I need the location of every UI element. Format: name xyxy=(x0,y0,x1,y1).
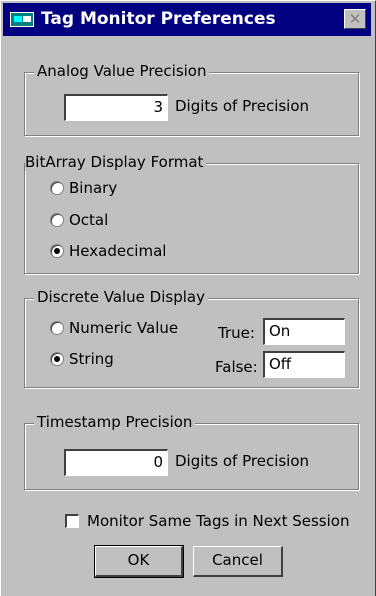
timestamp-precision-input[interactable]: 0 xyxy=(64,449,168,476)
discrete-display-legend: Discrete Value Display xyxy=(34,288,208,306)
analog-precision-group: Analog Value Precision 3 Digits of Preci… xyxy=(24,62,359,136)
radio-hexadecimal[interactable] xyxy=(50,244,64,258)
false-label: False: xyxy=(215,358,258,376)
monitor-same-tags-label: Monitor Same Tags in Next Session xyxy=(87,512,350,530)
timestamp-precision-group: Timestamp Precision 0 Digits of Precisio… xyxy=(24,413,359,490)
bitarray-format-group: BitArray Display Format Binary Octal Hex… xyxy=(24,153,359,274)
radio-numeric-value-label: Numeric Value xyxy=(69,319,179,337)
radio-hexadecimal-label: Hexadecimal xyxy=(69,242,167,260)
radio-binary[interactable] xyxy=(50,181,64,195)
radio-binary-label: Binary xyxy=(69,179,118,197)
radio-string-label: String xyxy=(69,350,114,368)
ok-button[interactable]: OK xyxy=(94,545,184,578)
window-title: Tag Monitor Preferences xyxy=(41,9,276,29)
radio-string[interactable] xyxy=(50,352,64,366)
radio-numeric-value[interactable] xyxy=(50,321,64,335)
cancel-button[interactable]: Cancel xyxy=(193,546,283,577)
true-label: True: xyxy=(218,324,255,342)
timestamp-precision-suffix: Digits of Precision xyxy=(175,452,310,470)
analog-precision-input[interactable]: 3 xyxy=(64,94,168,121)
close-button[interactable]: ✕ xyxy=(344,9,366,29)
timestamp-precision-legend: Timestamp Precision xyxy=(34,413,196,431)
preferences-dialog: Tag Monitor Preferences ✕ Analog Value P… xyxy=(0,0,376,596)
app-icon xyxy=(10,12,34,27)
title-bar[interactable]: Tag Monitor Preferences ✕ xyxy=(3,3,371,36)
radio-octal[interactable] xyxy=(50,213,64,227)
monitor-same-tags-checkbox[interactable] xyxy=(65,514,79,528)
analog-precision-suffix: Digits of Precision xyxy=(175,97,310,115)
radio-octal-label: Octal xyxy=(69,211,109,229)
analog-precision-legend: Analog Value Precision xyxy=(34,62,210,80)
false-value-input[interactable]: Off xyxy=(263,351,345,378)
true-value-input[interactable]: On xyxy=(263,318,345,345)
discrete-display-group: Discrete Value Display Numeric Value Str… xyxy=(24,288,359,388)
bitarray-format-legend: BitArray Display Format xyxy=(25,153,207,171)
